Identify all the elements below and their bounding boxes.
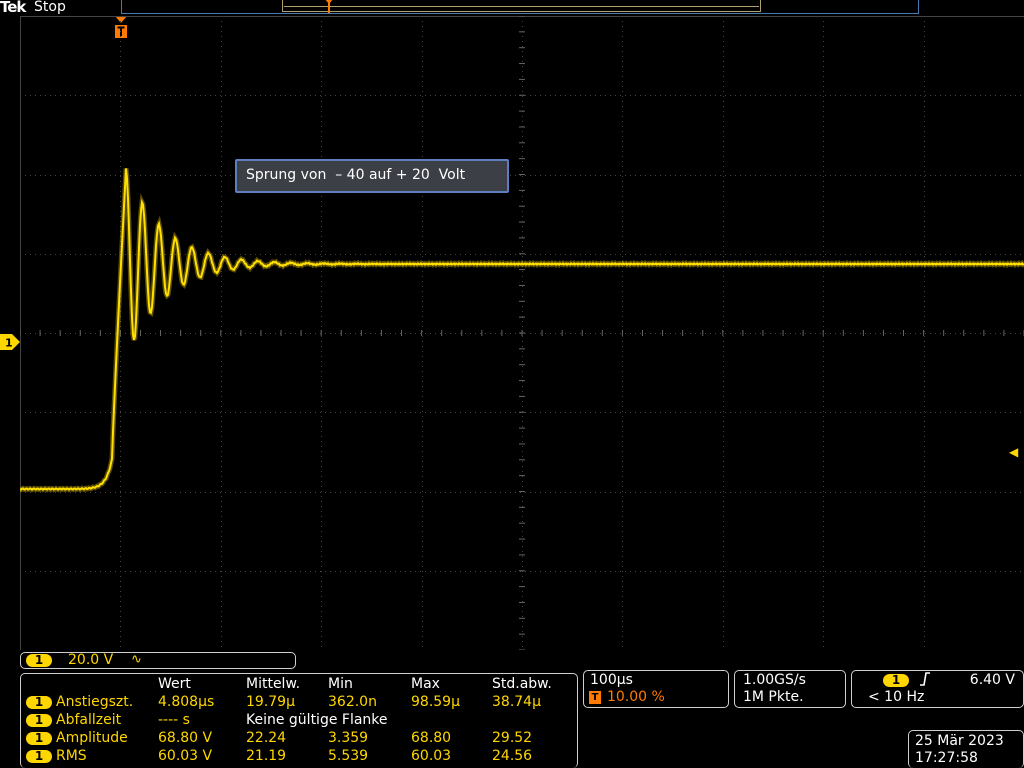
meas-max: 68.80 [411, 730, 452, 746]
meas-header-mean: Mittelw. [246, 676, 301, 692]
rising-edge-icon [919, 672, 931, 690]
datetime-box[interactable]: 25 Mär 2023 17:27:58 [908, 730, 1024, 768]
meas-header-min: Min [328, 676, 353, 692]
screen-annotation[interactable]: Sprung von – 40 auf + 20 Volt [235, 159, 509, 193]
meas-value: 60.03 V [158, 748, 213, 764]
meas-header-max: Max [411, 676, 440, 692]
meas-value: 68.80 V [158, 730, 213, 746]
horizontal-settings-box[interactable]: 100µs T 10.00 % [583, 670, 729, 708]
meas-value: ---- s [158, 712, 190, 728]
record-length: 1M Pkte. [743, 689, 804, 705]
trigger-level-arrow-icon[interactable]: ◀ [1009, 445, 1018, 459]
trigger-position-percent: 10.00 % [607, 689, 665, 705]
meas-label: Anstiegszt. [56, 694, 134, 710]
meas-label: Amplitude [56, 730, 128, 746]
acquisition-settings-box[interactable]: 1.00GS/s 1M Pkte. [734, 670, 846, 708]
measurement-row[interactable]: 1 Amplitude 68.80 V 22.24 3.359 68.80 29… [24, 730, 576, 748]
trigger-source-badge: 1 [883, 674, 909, 687]
record-trigger-icon [324, 0, 334, 17]
brand-logo: Tek [0, 0, 26, 16]
meas-note: Keine gültige Flanke [246, 712, 388, 728]
meas-stddev: 24.56 [492, 748, 533, 764]
measurement-row[interactable]: 1 RMS 60.03 V 21.19 5.539 60.03 24.56 [24, 748, 576, 766]
trigger-position-small-icon: T [589, 691, 601, 704]
meas-label: RMS [56, 748, 87, 764]
meas-min: 3.359 [328, 730, 369, 746]
svg-text:1: 1 [5, 337, 13, 350]
meas-mean: 21.19 [246, 748, 287, 764]
ch1-badge: 1 [26, 732, 52, 745]
ch1-scale-box[interactable]: 1 20.0 V ∿ [20, 652, 296, 669]
measurement-row[interactable]: 1 Anstiegszt. 4.808µs 19.79µ 362.0n 98.5… [24, 694, 576, 712]
trigger-level: 6.40 V [969, 672, 1015, 688]
waveform-graticule[interactable] [20, 16, 1024, 650]
meas-min: 362.0n [328, 694, 377, 710]
ch1-badge: 1 [26, 714, 52, 727]
meas-header-value: Wert [158, 676, 191, 692]
meas-mean: 22.24 [246, 730, 287, 746]
meas-header-stddev: Std.abw. [492, 676, 552, 692]
meas-mean: 19.79µ [246, 694, 295, 710]
sample-rate: 1.00GS/s [743, 672, 806, 688]
ch1-volts-per-div: 20.0 V [68, 652, 114, 668]
time: 17:27:58 [915, 750, 978, 766]
meas-stddev: 38.74µ [492, 694, 541, 710]
trigger-settings-box[interactable]: 1 6.40 V < 10 Hz [851, 670, 1024, 708]
ch1-badge: 1 [26, 750, 52, 763]
meas-max: 98.59µ [411, 694, 460, 710]
meas-max: 60.03 [411, 748, 452, 764]
ch1-badge: 1 [26, 654, 52, 667]
trigger-frequency: < 10 Hz [868, 689, 925, 705]
measurement-row[interactable]: 1 Abfallzeit ---- s Keine gültige Flanke [24, 712, 576, 730]
record-view-window[interactable] [282, 0, 761, 12]
meas-label: Abfallzeit [56, 712, 122, 728]
meas-stddev: 29.52 [492, 730, 533, 746]
ch1-badge: 1 [26, 696, 52, 709]
bandwidth-limit-icon: ∿ [131, 652, 142, 667]
meas-value: 4.808µs [158, 694, 215, 710]
ch1-ground-marker[interactable]: 1 [0, 334, 20, 350]
time-per-div: 100µs [590, 672, 633, 688]
acquisition-status: Stop [34, 0, 66, 15]
date: 25 Mär 2023 [915, 733, 1004, 749]
meas-min: 5.539 [328, 748, 369, 764]
